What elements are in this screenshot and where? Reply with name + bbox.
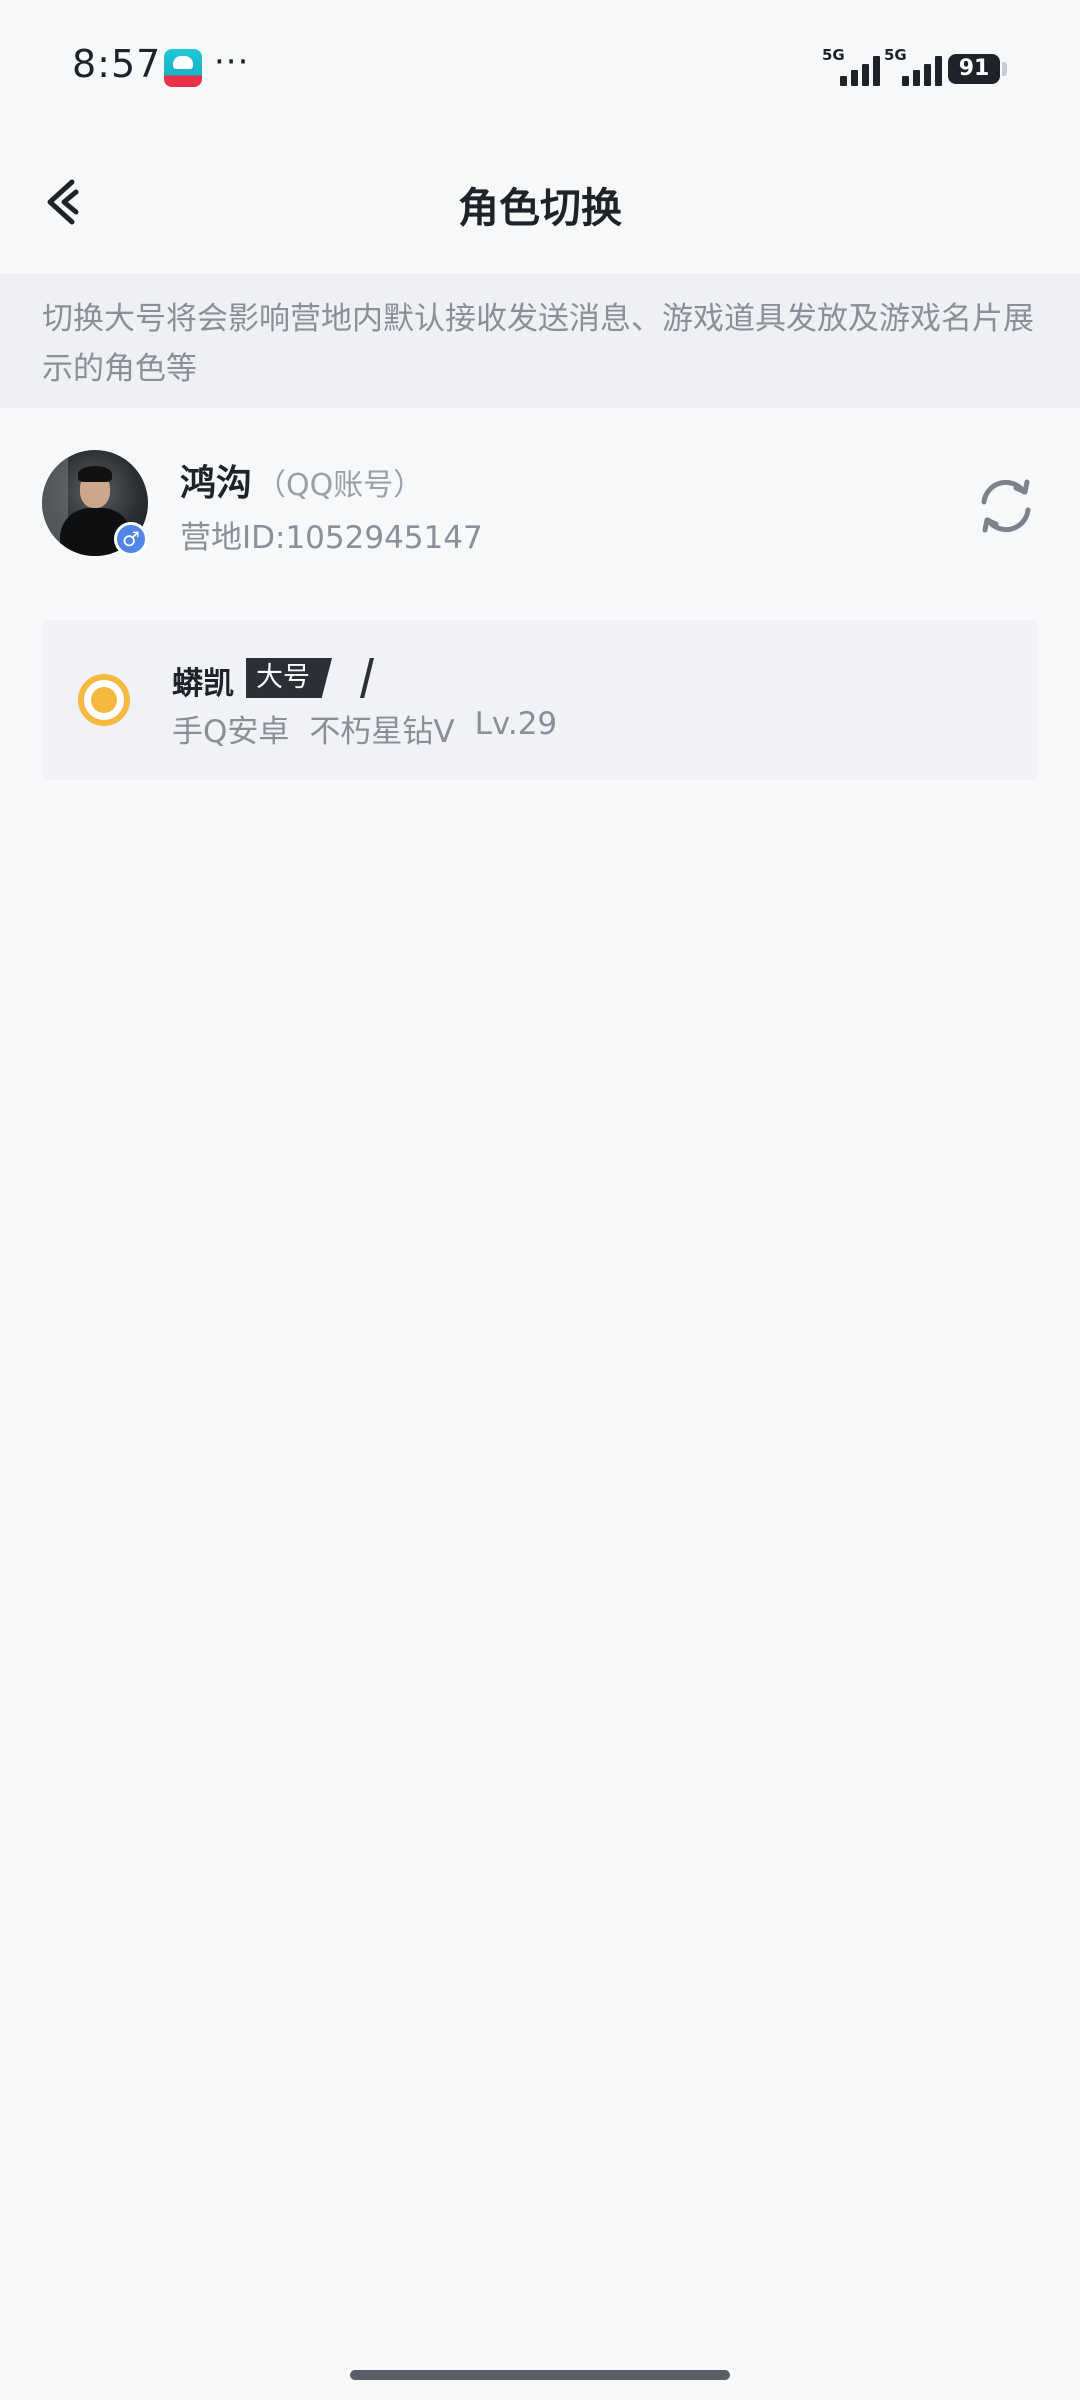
refresh-icon [981, 479, 1031, 533]
selected-radio-icon[interactable] [78, 674, 130, 726]
home-indicator[interactable] [350, 2370, 730, 2380]
account-row: ♂ 鸿沟 （QQ账号） 营地ID:1052945147 [0, 440, 1080, 570]
camp-id: 营地ID:1052945147 [180, 520, 483, 556]
refresh-button[interactable] [972, 472, 1040, 540]
role-rank: 不朽星钻Ⅴ [309, 714, 455, 750]
status-bar: 8:57 ··· 5G 5G 91 [0, 0, 1080, 140]
signal-strength-icon: 5G [822, 46, 886, 88]
switch-notice: 切换大号将会影响营地内默认接收发送消息、游戏道具发放及游戏名片展示的角色等 [0, 274, 1080, 408]
signal-strength-icon-2: 5G [884, 46, 948, 88]
male-gender-icon: ♂ [114, 522, 148, 556]
more-notifications-icon: ··· [214, 42, 250, 82]
status-time: 8:57 [72, 42, 162, 86]
role-item[interactable]: 蟒凯 大号 手Q安卓 不朽星钻Ⅴ Lv.29 [42, 620, 1038, 780]
account-nickname: 鸿沟 [180, 463, 253, 504]
main-account-tag: 大号 [246, 658, 332, 698]
page-title: 角色切换 [458, 184, 622, 232]
role-platform: 手Q安卓 [172, 714, 290, 750]
nav-bar: 角色切换 [0, 140, 1080, 274]
role-name: 蟒凯 [172, 666, 234, 702]
main-tag-slash [360, 658, 374, 698]
account-type-label: （QQ账号） [256, 468, 424, 503]
camp-app-icon [164, 49, 202, 87]
battery-icon: 91 [948, 54, 1000, 84]
role-info: 手Q安卓 不朽星钻Ⅴ Lv.29 [172, 706, 557, 751]
battery-tip [1002, 62, 1007, 76]
role-level: Lv.29 [474, 706, 558, 742]
